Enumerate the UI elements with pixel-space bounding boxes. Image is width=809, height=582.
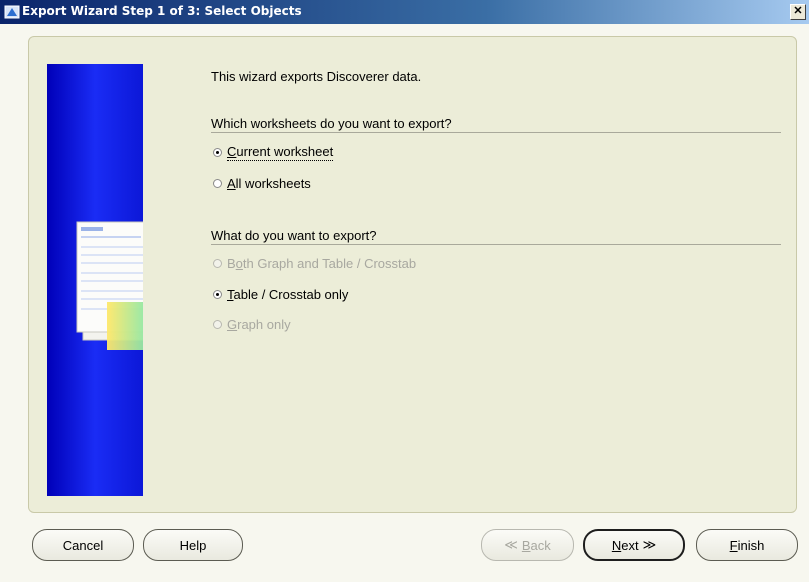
radio-label: Graph only <box>227 317 291 332</box>
wizard-panel <box>28 36 797 513</box>
back-arrow-icon: ≪ <box>504 537 518 552</box>
cancel-button-label: Cancel <box>62 537 104 553</box>
radio-both-graph-table[interactable]: Both Graph and Table / Crosstab <box>213 256 416 271</box>
radio-label: Table / Crosstab only <box>227 287 349 302</box>
next-button-label: Next <box>611 537 639 553</box>
export-section-title: What do you want to export? <box>211 228 781 245</box>
cancel-button[interactable]: Cancel <box>32 529 134 561</box>
radio-table-crosstab-only[interactable]: Table / Crosstab only <box>213 287 348 302</box>
radio-indicator <box>213 259 222 268</box>
radio-graph-only[interactable]: Graph only <box>213 317 291 332</box>
discoverer-icon <box>4 5 20 19</box>
window-title: Export Wizard Step 1 of 3: Select Object… <box>22 4 302 18</box>
radio-current-worksheet[interactable]: Current worksheet <box>213 144 334 161</box>
export-document-icon <box>76 221 143 350</box>
finish-button-label: Finish <box>729 537 765 553</box>
close-icon: ✕ <box>793 5 803 17</box>
next-arrow-icon: ≫ <box>642 537 657 552</box>
help-button-label: Help <box>179 537 207 553</box>
radio-label: Both Graph and Table / Crosstab <box>227 256 417 271</box>
radio-all-worksheets[interactable]: All worksheets <box>213 176 311 191</box>
close-button[interactable]: ✕ <box>790 4 806 20</box>
back-button[interactable]: ≪ Back <box>481 529 574 561</box>
radio-indicator <box>213 290 222 299</box>
radio-indicator <box>213 320 222 329</box>
wizard-side-image <box>47 64 143 496</box>
finish-button[interactable]: Finish <box>696 529 798 561</box>
radio-indicator <box>213 179 222 188</box>
worksheets-section-title: Which worksheets do you want to export? <box>211 116 781 133</box>
radio-label: Current worksheet <box>227 144 334 161</box>
title-bar: Export Wizard Step 1 of 3: Select Object… <box>0 0 809 24</box>
radio-label: All worksheets <box>227 176 311 191</box>
help-button[interactable]: Help <box>143 529 243 561</box>
intro-text: This wizard exports Discoverer data. <box>211 69 422 84</box>
back-button-label: Back <box>521 537 551 553</box>
next-button[interactable]: Next ≫ <box>583 529 685 561</box>
radio-indicator <box>213 148 222 157</box>
